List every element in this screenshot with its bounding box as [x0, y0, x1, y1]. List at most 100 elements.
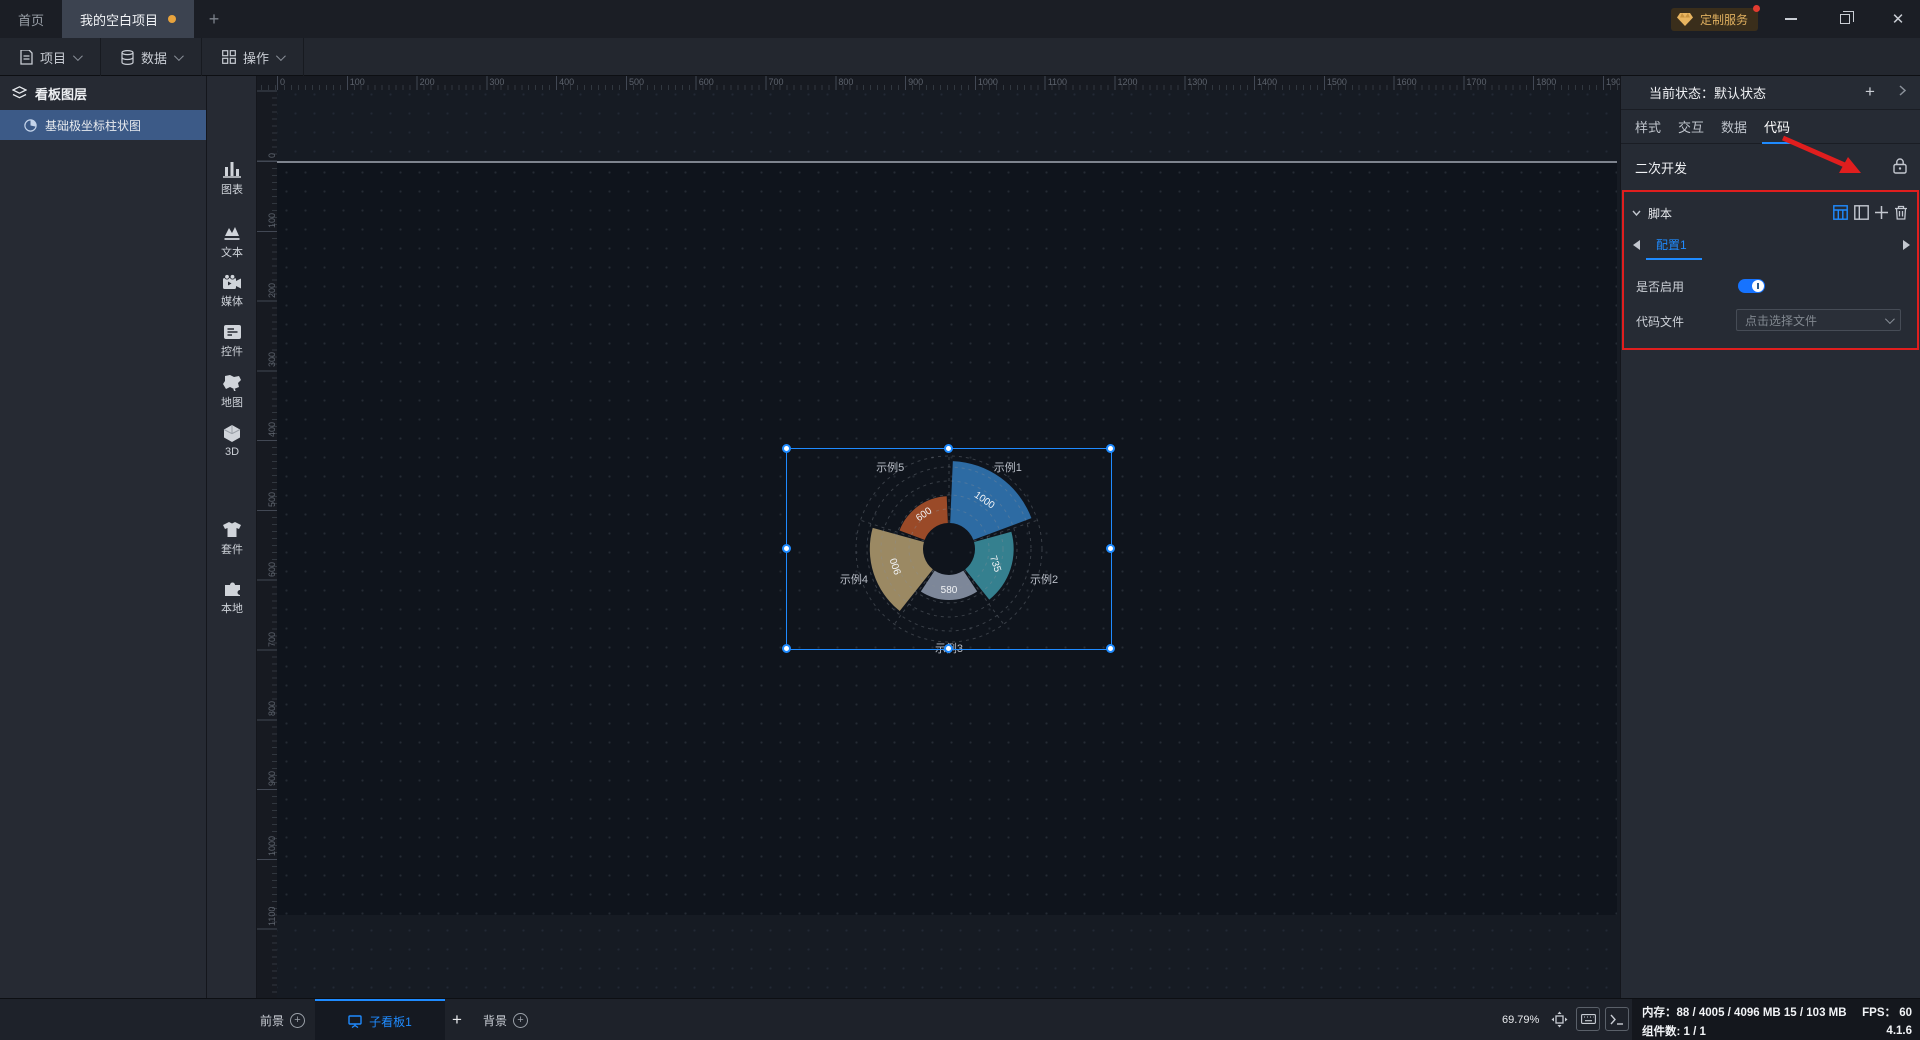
component-tab-map[interactable]: 地图 — [207, 374, 257, 410]
v-ruler-label: 800 — [267, 701, 277, 717]
performance-stats: 内存：88 / 4005 / 4096 MB 15 / 103 MB FPS： … — [1632, 999, 1920, 1040]
toggle-knob — [1752, 280, 1764, 292]
h-ruler-label: 200 — [419, 77, 435, 87]
columns-icon — [1854, 205, 1869, 220]
background-label: 背景 — [483, 1013, 508, 1028]
code-file-select[interactable]: 点击选择文件 — [1736, 309, 1901, 331]
config-tab-1[interactable]: 配置1 — [1656, 236, 1687, 253]
h-ruler-label: 0 — [280, 77, 286, 87]
component-tab-label: 地图 — [221, 397, 243, 409]
layer-item-polar-chart[interactable]: 基础极坐标柱状图 — [0, 110, 206, 140]
tab-project[interactable]: 我的空白项目 — [62, 0, 195, 38]
config-tab-underline — [1646, 258, 1702, 260]
selection-handle[interactable] — [781, 643, 791, 653]
window-close-button[interactable]: ✕ — [1876, 0, 1920, 38]
menu-data-label: 数据 — [141, 50, 168, 66]
chevron-down-icon — [276, 50, 286, 61]
component-tab-media[interactable]: 媒体 — [207, 274, 257, 309]
h-ruler-label: 600 — [698, 77, 714, 87]
inspector-tab-代码[interactable]: 代码 — [1762, 110, 1793, 144]
chevron-down-icon[interactable] — [1632, 210, 1641, 216]
new-project-tab-button[interactable]: + — [194, 0, 234, 38]
enable-toggle[interactable] — [1738, 279, 1765, 293]
kits-icon — [222, 521, 242, 538]
add-subboard-button[interactable]: + — [452, 999, 462, 1040]
menu-data[interactable]: 数据 — [101, 38, 203, 76]
window-minimize-button[interactable] — [1769, 0, 1813, 38]
h-ruler-label: 1100 — [1047, 77, 1068, 87]
inspector-tab-数据[interactable]: 数据 — [1721, 110, 1747, 144]
window-restore-button[interactable] — [1823, 0, 1867, 38]
component-tab-controls[interactable]: 控件 — [207, 324, 257, 359]
component-tab-charts[interactable]: 图表 — [207, 160, 257, 197]
inspector-tab-样式[interactable]: 样式 — [1635, 110, 1661, 144]
shortcut-keys-button[interactable] — [1576, 1007, 1600, 1031]
component-tab-text[interactable]: 文本 — [207, 224, 257, 260]
selection-handle[interactable] — [1105, 543, 1115, 553]
selection-handle[interactable] — [1105, 443, 1115, 453]
chevron-down-icon — [1884, 313, 1895, 324]
tab-project-label: 我的空白项目 — [80, 12, 159, 28]
component-tab-label: 图表 — [221, 184, 243, 196]
fps-stat: FPS： 60 — [1862, 1006, 1912, 1019]
lock-icon — [1893, 158, 1907, 174]
h-ruler-label: 700 — [768, 77, 784, 87]
component-tab-local[interactable]: 本地 — [207, 579, 257, 616]
menu-project[interactable]: 项目 — [0, 38, 102, 76]
fit-screen-icon — [1551, 1011, 1567, 1027]
v-ruler-label: 900 — [267, 771, 277, 787]
selection-box[interactable] — [781, 443, 1115, 653]
selection-handle[interactable] — [943, 643, 953, 653]
code-file-row: 代码文件 点击选择文件 — [1621, 306, 1920, 336]
inspector-panel: 当前状态： 默认状态 + 样式 交互 数据 代码 二次开发 脚本 配置1 是否启… — [1620, 76, 1920, 998]
custom-service-badge[interactable]: 定制服务 — [1671, 5, 1761, 31]
menu-actions-label: 操作 — [243, 50, 270, 66]
selection-handle[interactable] — [943, 443, 953, 453]
delete-config-button[interactable] — [1894, 205, 1908, 220]
add-foreground-icon[interactable]: + — [290, 1012, 306, 1028]
inspector-tab-交互[interactable]: 交互 — [1678, 110, 1704, 144]
scroll-right-icon[interactable] — [1903, 240, 1910, 250]
component-tab-label: 3D — [224, 446, 240, 458]
selection-handle[interactable] — [781, 443, 791, 453]
canvas-area[interactable]: 0 100 200 300 400 500 600 700 800 900 1000 1100 1200… — [257, 76, 1620, 998]
add-background-icon[interactable]: + — [513, 1012, 529, 1028]
component-tab-3d[interactable]: 3D — [207, 424, 257, 458]
controls-icon — [223, 324, 242, 340]
foreground-layer-button[interactable]: 前景 + — [260, 999, 306, 1040]
code-file-label: 代码文件 — [1636, 314, 1685, 329]
zoom-level[interactable]: 69.79% — [1502, 999, 1539, 1040]
vertical-ruler: 0 100 200 300 400 500 600 700 800 900 1000 1100 — [257, 90, 277, 998]
inspector-tabs: 样式 交互 数据 代码 — [1621, 110, 1920, 144]
menu-actions[interactable]: 操作 — [202, 38, 305, 76]
component-tab-kits[interactable]: 套件 — [207, 521, 257, 557]
expand-states-button[interactable] — [1899, 85, 1906, 96]
script-section-title: 脚本 — [1648, 206, 1673, 221]
media-icon — [222, 274, 242, 290]
scroll-left-icon[interactable] — [1633, 240, 1640, 250]
grid-icon — [222, 50, 236, 64]
component-tab-label: 控件 — [221, 346, 243, 358]
add-config-button[interactable] — [1874, 205, 1889, 220]
current-state-row: 当前状态： 默认状态 + — [1621, 76, 1920, 110]
table-view-button[interactable] — [1833, 205, 1848, 220]
lock-button[interactable] — [1893, 158, 1907, 174]
layers-panel-title: 看板图层 — [35, 86, 88, 102]
tab-home[interactable]: 首页 — [0, 0, 62, 38]
background-layer-button[interactable]: 背景 + — [483, 999, 529, 1040]
h-ruler-label: 400 — [559, 77, 575, 87]
v-ruler-label: 1000 — [267, 835, 277, 856]
subboard-tab[interactable]: 子看板1 — [315, 999, 445, 1040]
fit-screen-button[interactable] — [1547, 1007, 1571, 1031]
console-button[interactable] — [1605, 1007, 1629, 1031]
panel-view-button[interactable] — [1854, 205, 1869, 220]
notification-dot-icon — [1753, 5, 1761, 12]
current-state-label: 当前状态： — [1649, 86, 1715, 101]
plus-icon — [1875, 206, 1888, 219]
3d-icon — [223, 424, 241, 443]
local-icon — [223, 579, 242, 597]
selection-handle[interactable] — [1105, 643, 1115, 653]
add-state-button[interactable]: + — [1865, 82, 1875, 102]
script-section-header: 脚本 — [1621, 198, 1920, 228]
selection-handle[interactable] — [781, 543, 791, 553]
